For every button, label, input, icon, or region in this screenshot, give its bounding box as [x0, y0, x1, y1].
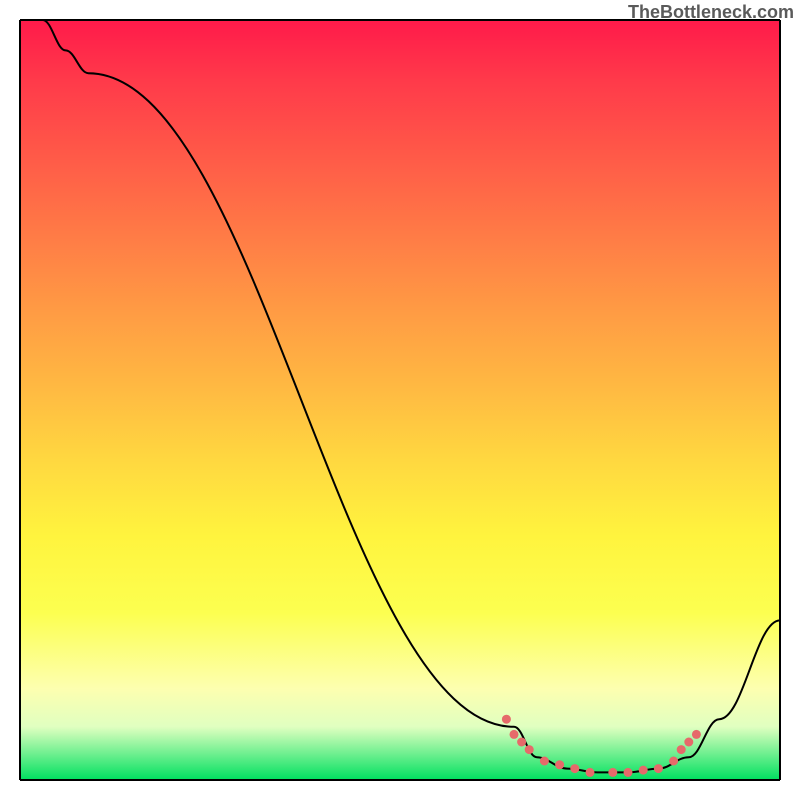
axis-left — [19, 20, 21, 780]
axis-bottom — [20, 779, 780, 781]
plot-gradient-bg — [20, 20, 780, 780]
watermark-text: TheBottleneck.com — [628, 2, 794, 23]
chart-container: TheBottleneck.com — [0, 0, 800, 800]
axis-right — [779, 20, 781, 780]
